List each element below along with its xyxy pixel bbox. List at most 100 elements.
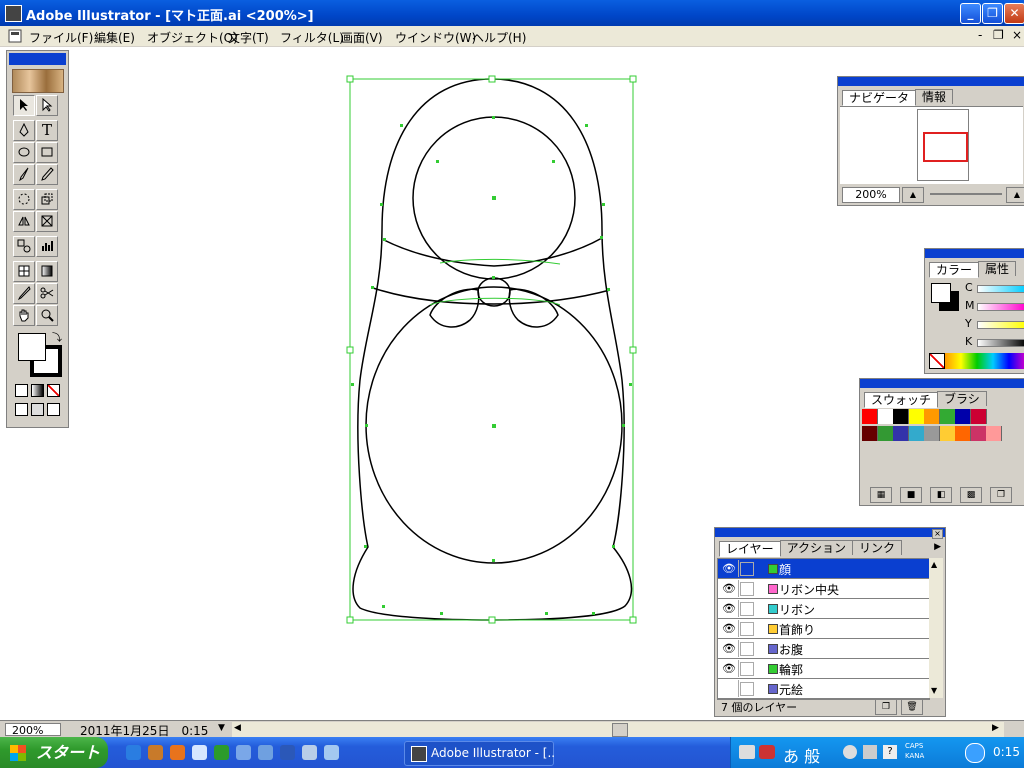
layer-row[interactable]: 👁 顔 (718, 559, 929, 579)
new-layer-button[interactable]: ❐ (875, 699, 897, 715)
scissors-tool-icon[interactable] (36, 283, 58, 304)
full-screen-menu-mode-button[interactable] (31, 403, 44, 416)
visibility-eye-icon[interactable]: 👁 (720, 640, 739, 657)
layer-row[interactable]: 👁 お腹 (718, 639, 929, 659)
word-icon[interactable] (280, 745, 295, 760)
rectangle-tool-icon[interactable] (36, 142, 58, 163)
scroll-left-icon[interactable]: ◀ (234, 723, 241, 733)
layers-menu-arrow-icon[interactable]: ▶ (934, 542, 941, 552)
pen-tool-icon[interactable] (13, 120, 35, 141)
lock-toggle[interactable] (740, 642, 754, 656)
show-all-swatches-button[interactable]: ▦ (870, 487, 892, 503)
direct-selection-tool-icon[interactable] (36, 95, 58, 116)
layer-row[interactable]: 👁 輪郭 (718, 659, 929, 679)
lock-toggle[interactable] (740, 622, 754, 636)
eyedropper-tool-icon[interactable] (13, 283, 35, 304)
explorer-icon[interactable] (236, 745, 251, 760)
pencil-tool-icon[interactable] (36, 164, 58, 185)
lock-toggle[interactable] (740, 682, 754, 696)
cyan-slider[interactable] (977, 285, 1024, 293)
ellipse-tool-icon[interactable] (13, 142, 35, 163)
fill-stroke-widget[interactable]: ⤵ (16, 329, 62, 377)
zoom-tool-icon[interactable] (36, 305, 58, 326)
ime-toolbar-icon[interactable] (759, 745, 775, 759)
selection-tool-icon[interactable] (13, 95, 35, 116)
ime-mode-text[interactable]: あ 般 (783, 743, 820, 767)
layer-row[interactable]: 元絵 (718, 679, 929, 699)
mesh-tool-icon[interactable] (13, 261, 35, 282)
menu-help[interactable]: ヘルプ(H) (472, 29, 526, 46)
hand-tool-icon[interactable] (13, 305, 35, 326)
show-color-swatches-button[interactable]: ■ (900, 487, 922, 503)
standard-screen-mode-button[interactable] (15, 403, 28, 416)
tab-color[interactable]: カラー (929, 262, 980, 278)
swatch[interactable] (986, 426, 1002, 441)
swap-fill-stroke-icon[interactable]: ⤵ (52, 329, 62, 344)
ime-dictionary-icon[interactable] (863, 745, 877, 759)
scroll-down-icon[interactable]: ▼ (931, 686, 937, 695)
delete-layer-icon[interactable]: 🗑 (901, 699, 923, 715)
excel-icon[interactable] (214, 745, 229, 760)
show-pattern-swatches-button[interactable]: ▩ (960, 487, 982, 503)
visibility-eye-icon[interactable]: 👁 (720, 660, 739, 677)
navigator-view-box[interactable] (923, 132, 968, 162)
layers-titlebar[interactable] (715, 528, 945, 537)
restore-button[interactable]: ❐ (982, 3, 1003, 24)
scroll-right-icon[interactable]: ▶ (992, 723, 999, 733)
color-mode-button[interactable] (15, 384, 28, 397)
horizontal-scroll-thumb[interactable] (612, 723, 628, 737)
type-tool-icon[interactable]: T (36, 120, 58, 141)
visibility-eye-icon[interactable]: 👁 (720, 600, 739, 617)
swatch[interactable] (939, 426, 956, 441)
close-button[interactable]: ✕ (1004, 3, 1024, 24)
tab-brushes[interactable]: ブラシ (937, 391, 987, 406)
swatch[interactable] (862, 426, 878, 441)
navigator-zoom-field[interactable]: 200% (842, 187, 900, 203)
scale-tool-icon[interactable] (36, 189, 58, 210)
color-fill-swatch[interactable] (931, 283, 951, 303)
fill-swatch[interactable] (18, 333, 46, 361)
swatch[interactable] (939, 409, 956, 424)
swatch[interactable] (970, 426, 987, 441)
doc-restore-button[interactable]: ❐ (993, 28, 1004, 42)
visibility-eye-icon[interactable]: 👁 (720, 560, 739, 577)
symbol-sprayer-tool-icon[interactable] (13, 236, 35, 257)
swatch[interactable] (893, 409, 909, 424)
browser-icon[interactable] (148, 745, 163, 760)
status-zoom-field[interactable]: 200% (5, 723, 61, 737)
layer-row[interactable]: 👁 首飾り (718, 619, 929, 639)
scroll-up-icon[interactable]: ▲ (931, 560, 937, 569)
swatch[interactable] (908, 409, 925, 424)
layers-scrollbar[interactable]: ▲ ▼ (929, 558, 943, 698)
ime-settings-icon[interactable] (843, 745, 857, 759)
menu-type[interactable]: 文字(T) (228, 29, 269, 46)
illustrator-app-icon[interactable] (5, 5, 22, 22)
help-icon[interactable]: ? (883, 745, 897, 759)
internet-explorer-icon[interactable] (126, 745, 141, 760)
zoom-out-button[interactable]: ▲ (902, 187, 924, 203)
gradient-tool-icon[interactable] (36, 261, 58, 282)
zoom-in-button[interactable]: ▲ (1006, 187, 1024, 203)
swatches-titlebar[interactable] (860, 379, 1024, 388)
tab-layers[interactable]: レイヤー (719, 541, 781, 557)
tab-info[interactable]: 情報 (915, 89, 954, 104)
menu-filter[interactable]: フィルタ(L) (280, 29, 344, 46)
none-mode-button[interactable] (47, 384, 60, 397)
horizontal-scrollbar[interactable]: ◀ ▶ (232, 722, 1004, 737)
gradient-mode-button[interactable] (31, 384, 44, 397)
visibility-eye-icon[interactable] (720, 680, 739, 697)
navigator-preview[interactable] (840, 106, 1023, 184)
menu-object[interactable]: オブジェクト(O) (147, 29, 238, 46)
swatch[interactable] (955, 409, 971, 424)
navigator-titlebar[interactable] (838, 77, 1024, 86)
layer-row[interactable]: 👁 リボン中央 (718, 579, 929, 599)
new-swatch-button[interactable]: ❐ (990, 487, 1012, 503)
start-button[interactable]: スタート (0, 737, 108, 768)
tab-links[interactable]: リンク (852, 540, 903, 555)
show-gradient-swatches-button[interactable]: ◧ (930, 487, 952, 503)
swatch[interactable] (924, 409, 940, 424)
reflect-tool-icon[interactable] (13, 211, 35, 232)
color-titlebar[interactable] (925, 249, 1024, 258)
rotate-tool-icon[interactable] (13, 189, 35, 210)
menu-file[interactable]: ファイル(F) (29, 29, 93, 46)
